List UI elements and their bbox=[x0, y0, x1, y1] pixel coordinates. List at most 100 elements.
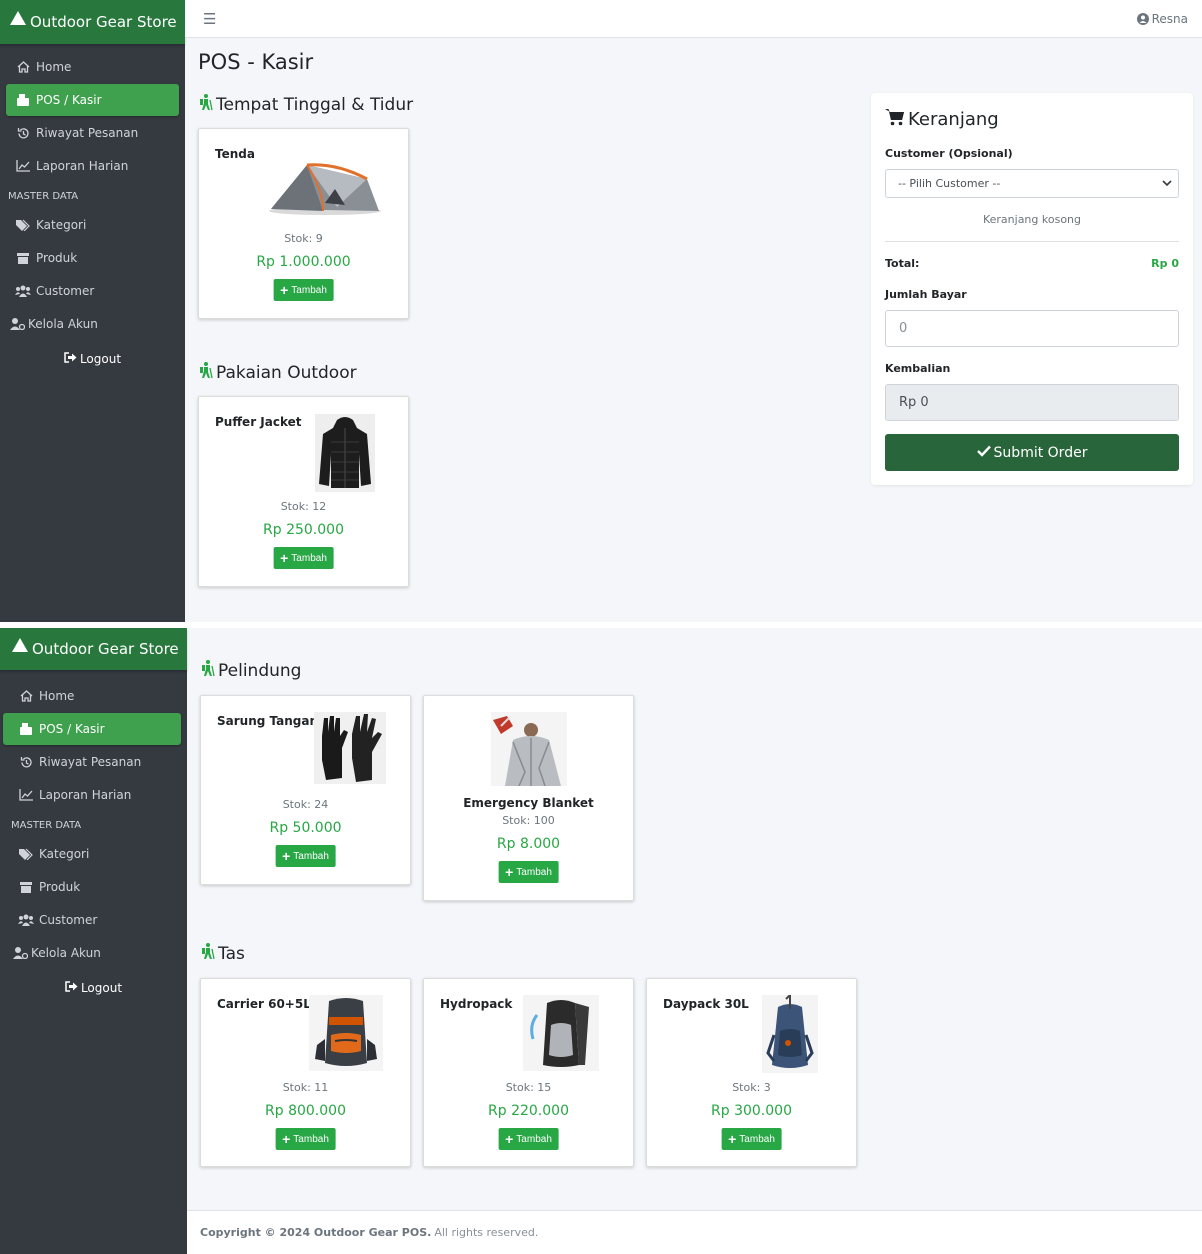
user-menu[interactable]: Resna bbox=[1136, 11, 1188, 26]
sidebar-item-label: Kelola Akun bbox=[28, 317, 98, 331]
history-icon bbox=[12, 127, 34, 140]
cart-total-row: Total: Rp 0 bbox=[885, 257, 1179, 270]
box-icon bbox=[12, 252, 34, 264]
chart-line-icon bbox=[15, 789, 37, 801]
sidebar-item-pos-kasir[interactable]: POS / Kasir bbox=[3, 713, 181, 745]
sidebar-item-laporan-harian[interactable]: Laporan Harian bbox=[6, 150, 179, 182]
hamburger-menu-icon[interactable]: ☰ bbox=[203, 10, 216, 28]
sidebar-item-label: Kategori bbox=[39, 847, 90, 861]
change-field: Rp 0 bbox=[885, 384, 1179, 421]
product-card-daypack: Daypack 30L Stok: 3 Rp 300.000 + Tambah bbox=[646, 978, 857, 1167]
sidebar-item-label: POS / Kasir bbox=[39, 722, 105, 736]
product-price: Rp 300.000 bbox=[711, 1103, 792, 1119]
add-to-cart-button[interactable]: + Tambah bbox=[498, 861, 559, 883]
sidebar-item-kategori[interactable]: Kategori bbox=[6, 209, 179, 241]
submit-order-button[interactable]: Submit Order bbox=[885, 434, 1179, 471]
customer-select[interactable]: -- Pilih Customer -- bbox=[885, 169, 1179, 198]
hiking-icon bbox=[200, 660, 215, 682]
sidebar-item-label: Riwayat Pesanan bbox=[39, 755, 142, 769]
product-name: Emergency Blanket bbox=[463, 796, 594, 810]
sidebar-item-home[interactable]: Home bbox=[6, 51, 179, 83]
category-name: Pelindung bbox=[218, 661, 302, 681]
category-title: Pakaian Outdoor bbox=[198, 362, 357, 384]
logout-button[interactable]: Logout bbox=[0, 973, 187, 1003]
user-cog-icon bbox=[11, 947, 29, 959]
sidebar-item-label: Customer bbox=[36, 284, 95, 298]
product-stock: Stok: 11 bbox=[282, 1081, 329, 1094]
sidebar-nav-master: Kategori Produk Customer Kelola Akun bbox=[0, 838, 187, 969]
add-button-label: Tambah bbox=[516, 866, 552, 878]
brand-link[interactable]: Outdoor Gear Store bbox=[0, 628, 187, 670]
daypack-image bbox=[762, 995, 818, 1073]
sign-out-icon bbox=[65, 981, 78, 995]
product-card-puffer-jacket: Puffer Jacket Stok: 12 Rp 250.000 + Tamba… bbox=[198, 396, 409, 587]
mountain-icon bbox=[10, 11, 26, 25]
sidebar-item-pos-kasir[interactable]: POS / Kasir bbox=[6, 84, 179, 116]
add-button-label: Tambah bbox=[291, 552, 327, 564]
pay-amount-input[interactable]: 0 bbox=[885, 310, 1179, 347]
sidebar: Outdoor Gear Store Home POS / Kasir Riwa… bbox=[0, 628, 187, 1254]
cart-panel: Keranjang Customer (Opsional) -- Pilih C… bbox=[871, 93, 1193, 485]
plus-icon: + bbox=[280, 282, 289, 298]
change-value: Rp 0 bbox=[899, 395, 929, 410]
product-price: Rp 250.000 bbox=[263, 522, 344, 538]
plus-icon: + bbox=[280, 550, 289, 566]
sidebar-item-label: Home bbox=[36, 60, 72, 74]
history-icon bbox=[15, 756, 37, 769]
cash-register-icon bbox=[15, 723, 37, 735]
footer-rights: All rights reserved. bbox=[434, 1226, 539, 1239]
brand-link[interactable]: Outdoor Gear Store bbox=[0, 0, 185, 44]
brand-name: Outdoor Gear Store bbox=[30, 13, 177, 31]
user-cog-icon bbox=[8, 318, 26, 330]
product-price: Rp 1.000.000 bbox=[256, 254, 351, 270]
add-to-cart-button[interactable]: + Tambah bbox=[273, 547, 334, 569]
cart-divider bbox=[885, 241, 1179, 242]
add-to-cart-button[interactable]: + Tambah bbox=[275, 845, 336, 867]
plus-icon: + bbox=[505, 864, 514, 880]
sidebar-item-riwayat-pesanan[interactable]: Riwayat Pesanan bbox=[9, 746, 181, 778]
sidebar-item-kelola-akun[interactable]: Kelola Akun bbox=[6, 308, 179, 340]
customer-select-value: -- Pilih Customer -- bbox=[898, 177, 1001, 190]
product-name: Sarung Tangan bbox=[217, 714, 319, 728]
sidebar-nav: Home POS / Kasir Riwayat Pesanan Laporan… bbox=[0, 670, 187, 811]
home-icon bbox=[12, 61, 34, 73]
add-to-cart-button[interactable]: + Tambah bbox=[273, 279, 334, 301]
add-to-cart-button[interactable]: + Tambah bbox=[498, 1128, 559, 1150]
product-card-carrier: Carrier 60+5L Stok: 11 Rp 800.000 + Tamba… bbox=[200, 978, 411, 1167]
hydropack-image bbox=[523, 995, 599, 1071]
product-stock: Stok: 15 bbox=[505, 1081, 552, 1094]
logout-label: Logout bbox=[80, 981, 123, 995]
sidebar-item-customer[interactable]: Customer bbox=[6, 275, 179, 307]
sidebar-item-kelola-akun[interactable]: Kelola Akun bbox=[9, 937, 181, 969]
plus-icon: + bbox=[728, 1131, 737, 1147]
add-to-cart-button[interactable]: + Tambah bbox=[721, 1128, 782, 1150]
sidebar-nav: Home POS / Kasir Riwayat Pesanan Laporan… bbox=[0, 44, 185, 182]
sidebar-item-label: Riwayat Pesanan bbox=[36, 126, 139, 140]
sidebar-item-riwayat-pesanan[interactable]: Riwayat Pesanan bbox=[6, 117, 179, 149]
product-price: Rp 50.000 bbox=[269, 820, 342, 836]
check-icon bbox=[976, 445, 991, 461]
topbar: ☰ Resna bbox=[185, 0, 1202, 38]
sidebar-item-laporan-harian[interactable]: Laporan Harian bbox=[9, 779, 181, 811]
tags-icon bbox=[12, 219, 34, 231]
sidebar-item-produk[interactable]: Produk bbox=[9, 871, 181, 903]
add-button-label: Tambah bbox=[516, 1133, 552, 1145]
sidebar-item-label: POS / Kasir bbox=[36, 93, 102, 107]
user-name: Resna bbox=[1151, 11, 1188, 26]
sidebar-item-produk[interactable]: Produk bbox=[6, 242, 179, 274]
product-name: Carrier 60+5L bbox=[217, 997, 311, 1011]
add-to-cart-button[interactable]: + Tambah bbox=[275, 1128, 336, 1150]
logout-button[interactable]: Logout bbox=[0, 344, 185, 374]
cash-register-icon bbox=[12, 94, 34, 106]
screenshot-bottom: Outdoor Gear Store Home POS / Kasir Riwa… bbox=[0, 628, 1202, 1254]
sidebar-header-master-data: MASTER DATA bbox=[8, 191, 79, 202]
sidebar-item-label: Customer bbox=[39, 913, 98, 927]
sidebar-item-kategori[interactable]: Kategori bbox=[9, 838, 181, 870]
sidebar-item-customer[interactable]: Customer bbox=[9, 904, 181, 936]
sidebar-item-home[interactable]: Home bbox=[9, 680, 181, 712]
users-icon bbox=[15, 914, 37, 926]
total-value: Rp 0 bbox=[1151, 257, 1179, 270]
hiking-icon bbox=[200, 943, 215, 965]
product-card-sarung-tangan: Sarung Tangan Stok: 24 Rp 50.000 + Tambah bbox=[200, 695, 411, 885]
sign-out-icon bbox=[64, 352, 77, 366]
